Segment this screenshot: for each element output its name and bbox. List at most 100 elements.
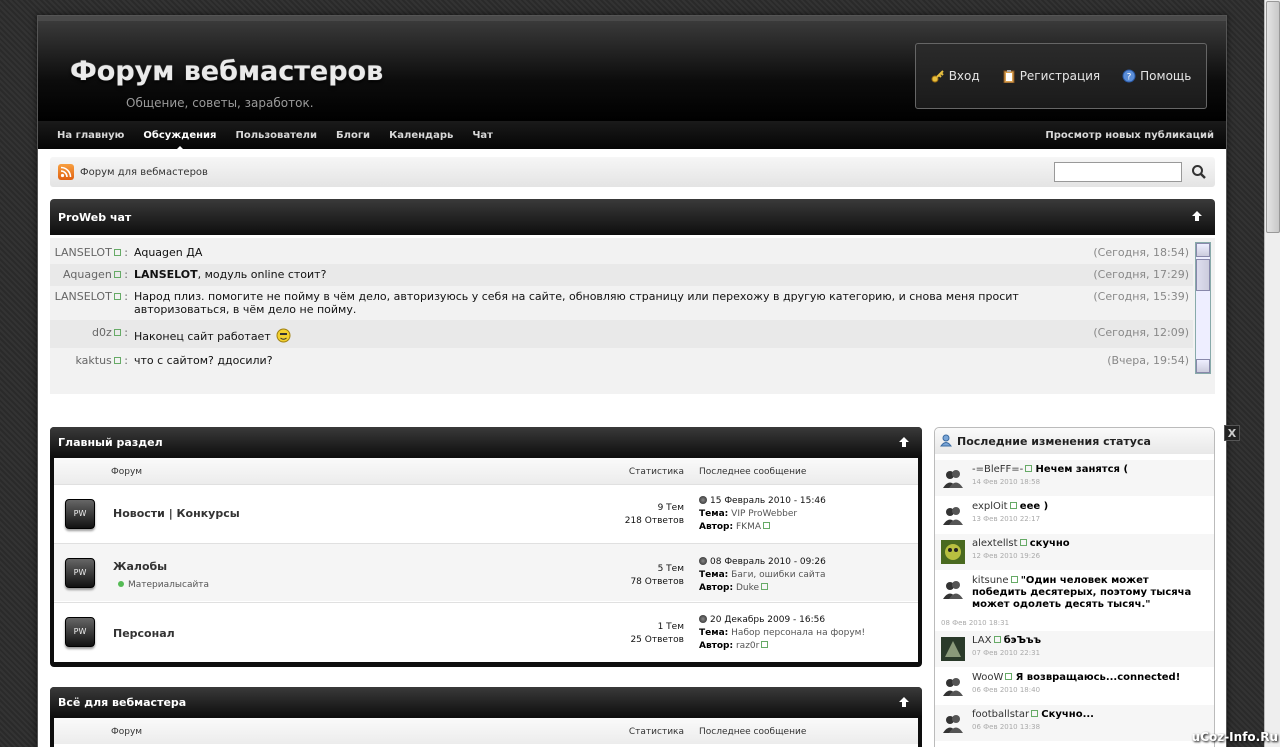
forum-name[interactable]: Новости | Конкурсы <box>113 507 240 520</box>
status-date: 06 Фев 2010 13:38 <box>972 723 1041 731</box>
external-link-icon <box>113 293 121 300</box>
status-user[interactable]: explOit <box>972 501 1008 512</box>
last-post-author[interactable]: raz0r <box>736 641 759 651</box>
status-message: еее ) <box>1019 501 1049 512</box>
chat-scrollbar[interactable] <box>1195 242 1211 374</box>
external-link-icon <box>113 271 121 278</box>
external-link-icon <box>761 641 769 648</box>
window-scroll-thumb[interactable] <box>1266 1 1280 233</box>
avatar-image[interactable] <box>941 637 965 661</box>
chat-user[interactable]: d0z : <box>92 326 128 339</box>
subforum-dot-icon <box>118 581 124 587</box>
avatar-icon[interactable] <box>941 577 965 601</box>
key-icon <box>931 70 944 83</box>
last-post: 20 Декабрь 2009 - 16:56 Тема: Набор перс… <box>699 614 865 653</box>
search-input[interactable] <box>1054 162 1182 182</box>
status-text: LAX бэЪъъ 07 Фев 2010 22:31 <box>972 635 1202 659</box>
scroll-thumb[interactable] <box>1196 259 1210 291</box>
scroll-up-icon[interactable] <box>1196 243 1210 257</box>
status-message: Нечем занятся ( <box>1035 464 1129 475</box>
breadcrumb-link[interactable]: Форум для вебмастеров <box>80 167 208 178</box>
login-link[interactable]: Вход <box>931 69 980 83</box>
last-post-topic[interactable]: Баги, ошибки сайта <box>731 570 825 580</box>
post-icon <box>699 615 707 623</box>
chat-user[interactable]: LANSELOT : <box>55 246 128 259</box>
nav-calendar[interactable]: Календарь <box>389 130 453 141</box>
status-item: kitsune "Один человек может победить дес… <box>935 571 1214 631</box>
col-stats: Статистика <box>628 727 684 737</box>
status-text: alextellst скучно 12 Фев 2010 19:26 <box>972 538 1202 562</box>
main-section-title: Главный раздел <box>58 435 163 449</box>
nav-blogs[interactable]: Блоги <box>336 130 370 141</box>
close-icon[interactable]: X <box>1224 425 1240 441</box>
last-post-topic[interactable]: VIP ProWebber <box>731 509 797 519</box>
help-link[interactable]: ? Помощь <box>1122 69 1191 83</box>
last-post-author[interactable]: Duke <box>736 583 759 593</box>
user-box: Вход Регистрация ? Помощь <box>915 43 1207 109</box>
register-label: Регистрация <box>1019 69 1101 83</box>
register-link[interactable]: Регистрация <box>1002 69 1100 83</box>
status-date: 07 Фев 2010 22:31 <box>972 649 1041 657</box>
site-title[interactable]: Форум вебмастеров <box>70 56 383 87</box>
collapse-arrow-icon[interactable] <box>1191 210 1203 222</box>
chat-user[interactable]: LANSELOT : <box>55 290 128 303</box>
avatar-icon[interactable] <box>941 503 965 527</box>
topic-count: 9 Тем <box>657 503 684 513</box>
chat-message: Aquagen : LANSELOT, модуль online стоит?… <box>50 264 1193 286</box>
collapse-arrow-icon[interactable] <box>898 696 910 708</box>
subforum-label: Материалысайта <box>128 580 210 590</box>
external-link-icon <box>1010 576 1018 583</box>
avatar-icon[interactable] <box>941 711 965 735</box>
collapse-arrow-icon[interactable] <box>898 436 910 448</box>
status-user[interactable]: -=BleFF=- <box>972 464 1023 475</box>
status-text: footballstar Скучно... 06 Фев 2010 13:38 <box>972 709 1202 733</box>
external-link-icon <box>993 636 1001 643</box>
forum-name[interactable]: Персонал <box>113 627 175 640</box>
nav-users[interactable]: Пользователи <box>235 130 317 141</box>
status-user[interactable]: WooW <box>972 672 1003 683</box>
nav-chat[interactable]: Чат <box>472 130 493 141</box>
chat-time: (Вчера, 19:54) <box>1107 354 1189 367</box>
page: Форум вебмастеров Общение, советы, зараб… <box>37 15 1227 747</box>
status-date: 12 Фев 2010 19:26 <box>972 552 1041 560</box>
forum-name[interactable]: Жалобы <box>113 560 167 573</box>
chat-user[interactable]: Aquagen : <box>63 268 128 281</box>
last-post-author[interactable]: FKMA <box>736 522 761 532</box>
window-scrollbar[interactable] <box>1264 0 1280 747</box>
avatar-image[interactable] <box>941 540 965 564</box>
chat-title: ProWeb чат <box>58 210 132 224</box>
external-link-icon <box>1019 539 1027 546</box>
forum-stats: 9 Тем 218 Ответов <box>625 502 684 528</box>
chat-text: Народ плиз. помогите не пойму в чём дело… <box>134 290 1019 316</box>
status-user[interactable]: kitsune <box>972 575 1009 586</box>
last-post-topic[interactable]: Набор персонала на форум! <box>731 628 865 638</box>
main-nav: На главную Обсуждения Пользователи Блоги… <box>38 121 1226 150</box>
external-link-icon <box>763 522 770 529</box>
forum-stats: 1 Тем 25 Ответов <box>630 621 684 647</box>
status-user[interactable]: LAX <box>972 635 992 646</box>
forum-icon: PW <box>65 499 95 529</box>
watermark: uCoz-Info.Ru <box>1191 730 1278 744</box>
chat-text: Наконец сайт работает <box>134 328 1099 343</box>
search-icon[interactable] <box>1191 164 1207 180</box>
author-label: Автор: <box>699 583 734 593</box>
nav-discussions[interactable]: Обсуждения <box>143 130 216 150</box>
scroll-down-icon[interactable] <box>1196 359 1210 373</box>
nav-home[interactable]: На главную <box>57 130 124 141</box>
subforum[interactable]: Материалысайта <box>118 580 209 590</box>
avatar-icon[interactable] <box>941 674 965 698</box>
chat-user[interactable]: kaktus : <box>75 354 128 367</box>
chat-message: LANSELOT : Aquagen ДА (Сегодня, 18:54) <box>50 242 1193 264</box>
avatar-icon[interactable] <box>941 466 965 490</box>
forum-icon: PW <box>65 558 95 588</box>
status-user[interactable]: alextellst <box>972 538 1018 549</box>
nav-new-posts[interactable]: Просмотр новых публикаций <box>1045 130 1214 141</box>
rss-icon[interactable] <box>58 164 74 180</box>
status-text: kitsune "Один человек может победить дес… <box>972 575 1202 611</box>
external-link-icon <box>1025 465 1033 472</box>
status-item: footballstar Скучно... 06 Фев 2010 13:38 <box>935 705 1214 742</box>
status-user[interactable]: footballstar <box>972 709 1029 720</box>
last-post-date: 15 Февраль 2010 - 15:46 <box>710 496 826 506</box>
last-post: 15 Февраль 2010 - 15:46 Тема: VIP ProWeb… <box>699 495 826 534</box>
status-date: 14 Фев 2010 18:58 <box>972 478 1041 486</box>
